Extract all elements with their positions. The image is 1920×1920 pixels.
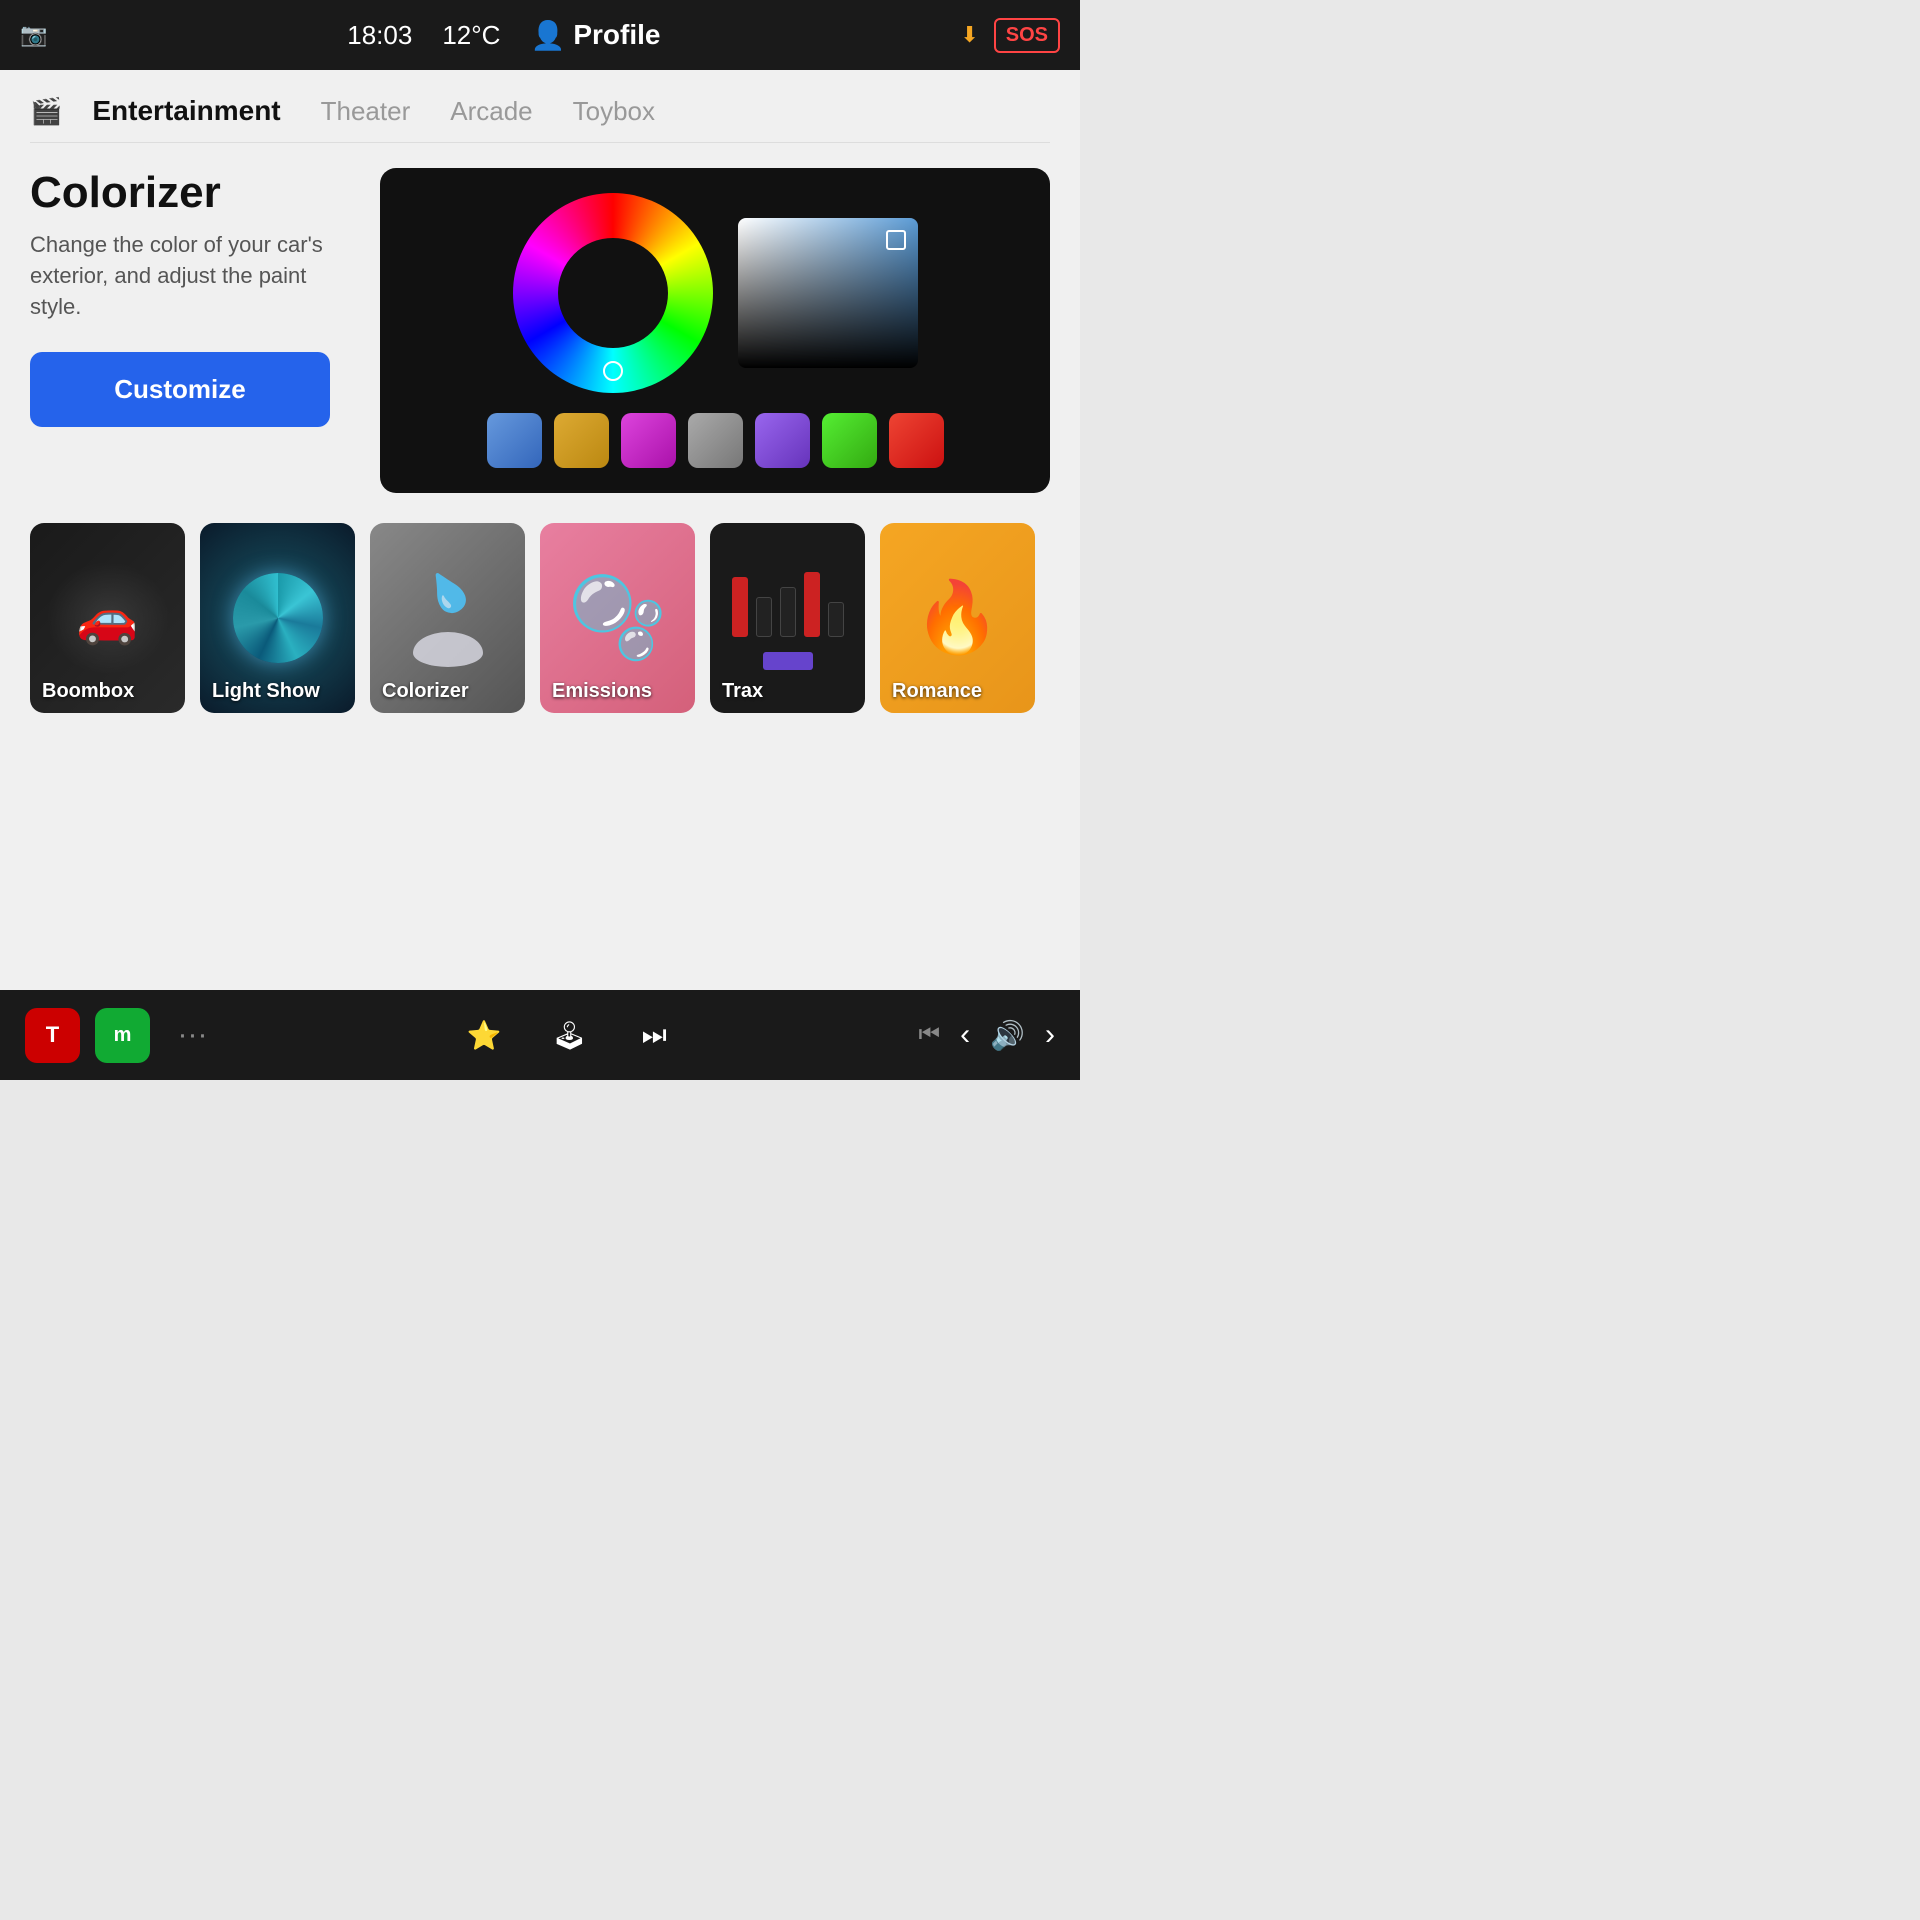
taskbar-left: T m ··· (25, 1008, 220, 1063)
nav-arrow-left[interactable]: ‹ (960, 1018, 970, 1052)
colorizer-title: Colorizer (30, 168, 350, 218)
color-swatches (487, 413, 944, 468)
swatch-violet[interactable] (755, 413, 810, 468)
tab-entertainment[interactable]: Entertainment (77, 90, 295, 132)
nav-arrow-right[interactable]: › (1045, 1018, 1055, 1052)
lightshow-label: Light Show (212, 680, 320, 703)
profile-icon: 👤 (530, 19, 565, 52)
swatch-blue[interactable] (487, 413, 542, 468)
trax-label: Trax (722, 680, 763, 703)
trax-slider-2 (756, 597, 772, 637)
color-saturation-box[interactable] (738, 218, 918, 368)
saturation-handle[interactable] (886, 230, 906, 250)
tab-arcade[interactable]: Arcade (435, 91, 547, 132)
media-icon[interactable]: ⏭ (627, 1008, 682, 1063)
app-card-romance[interactable]: 🔥 Romance (880, 523, 1035, 713)
trax-slider-5 (828, 602, 844, 637)
color-wheel-inner (558, 238, 668, 348)
tab-toybox[interactable]: Toybox (558, 91, 670, 132)
apps-grid: 🚗 Boombox Light Show 💧 Colorizer 🫧 Emiss… (30, 523, 1050, 723)
emissions-icon: 🫧 (568, 571, 668, 665)
trax-slider-3 (780, 587, 796, 637)
tab-theater[interactable]: Theater (306, 91, 426, 132)
trax-slider-4 (804, 572, 820, 637)
disco-ball-icon (233, 573, 323, 663)
colorizer-description: Change the color of your car's exterior,… (30, 230, 350, 322)
app-card-trax[interactable]: Trax (710, 523, 865, 713)
boombox-label: Boombox (42, 680, 134, 703)
profile-label: Profile (573, 19, 660, 51)
entertainment-icon: 🎬 (30, 96, 62, 127)
status-right: ⬇ SOS (960, 18, 1060, 53)
swatch-red[interactable] (889, 413, 944, 468)
trax-accent-bar (763, 652, 813, 670)
volume-icon[interactable]: 🔊 (990, 1019, 1025, 1052)
main-content: 🎬 Entertainment Theater Arcade Toybox Co… (0, 70, 1080, 990)
content-area: Colorizer Change the color of your car's… (30, 168, 1050, 493)
play-prev-button[interactable]: ⏮ (919, 1021, 941, 1049)
temperature-display: 12°C (442, 20, 500, 51)
app-card-lightshow[interactable]: Light Show (200, 523, 355, 713)
trax-sliders (732, 567, 844, 637)
profile-section[interactable]: 👤 Profile (530, 19, 660, 52)
color-wheel[interactable] (513, 193, 713, 393)
color-picker-panel (380, 168, 1050, 493)
colorizer-blob (413, 632, 483, 667)
joystick-icon[interactable]: 🕹 (542, 1008, 597, 1063)
swatch-gold[interactable] (554, 413, 609, 468)
colorizer-card-label: Colorizer (382, 680, 469, 703)
taskbar-center: ⭐ 🕹 ⏭ (457, 1008, 682, 1063)
swatch-purple[interactable] (621, 413, 676, 468)
trophy-icon[interactable]: ⭐ (457, 1008, 512, 1063)
time-display: 18:03 (347, 20, 412, 51)
trax-slider-1 (732, 577, 748, 637)
color-wheel-container[interactable] (513, 193, 713, 393)
camera-icon: 📷 (20, 22, 47, 48)
color-picker-top (405, 193, 1025, 393)
status-left: 📷 (20, 22, 47, 48)
nav-tabs: 🎬 Entertainment Theater Arcade Toybox (30, 90, 1050, 143)
mobilox-icon[interactable]: m (95, 1008, 150, 1063)
swatch-gray[interactable] (688, 413, 743, 468)
emissions-label: Emissions (552, 680, 652, 703)
taskbar-right: ⏮ ‹ 🔊 › (919, 1018, 1055, 1052)
car-visual: 🚗 (46, 561, 170, 675)
customize-button[interactable]: Customize (30, 352, 330, 427)
app-card-emissions[interactable]: 🫧 Emissions (540, 523, 695, 713)
status-center: 18:03 12°C 👤 Profile (347, 19, 660, 52)
left-panel: Colorizer Change the color of your car's… (30, 168, 350, 493)
app-card-colorizer[interactable]: 💧 Colorizer (370, 523, 525, 713)
romance-label: Romance (892, 680, 982, 703)
app-card-boombox[interactable]: 🚗 Boombox (30, 523, 185, 713)
download-icon: ⬇ (960, 22, 978, 48)
tesla-logo[interactable]: T (25, 1008, 80, 1063)
more-button[interactable]: ··· (165, 1008, 220, 1063)
status-bar: 📷 18:03 12°C 👤 Profile ⬇ SOS (0, 0, 1080, 70)
taskbar: T m ··· ⭐ 🕹 ⏭ ⏮ ‹ 🔊 › (0, 990, 1080, 1080)
eyedropper-icon: 💧 (414, 560, 481, 626)
swatch-green[interactable] (822, 413, 877, 468)
sos-button[interactable]: SOS (994, 18, 1060, 53)
color-wheel-handle[interactable] (603, 361, 623, 381)
